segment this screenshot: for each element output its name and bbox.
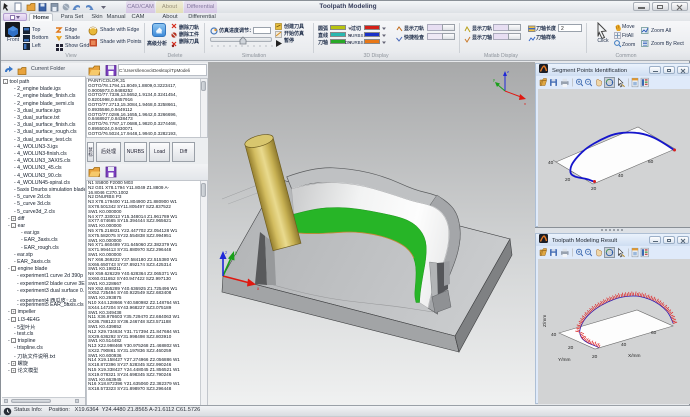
- svg-text:20: 20: [591, 186, 597, 192]
- svg-text:20: 20: [565, 177, 571, 183]
- svg-text:Z/mm: Z/mm: [542, 315, 548, 327]
- svg-text:y: y: [493, 77, 495, 82]
- svg-text:x: x: [524, 101, 526, 106]
- svg-text:40: 40: [621, 342, 627, 348]
- svg-text:40: 40: [618, 173, 624, 179]
- svg-text:20: 20: [568, 345, 574, 351]
- svg-text:60: 60: [651, 330, 657, 336]
- svg-text:X/mm: X/mm: [628, 353, 641, 359]
- svg-text:60: 60: [648, 159, 654, 165]
- svg-text:Y/mm: Y/mm: [558, 357, 571, 363]
- svg-text:40: 40: [548, 160, 554, 166]
- svg-text:z: z: [507, 69, 509, 74]
- svg-text:40: 40: [551, 332, 557, 338]
- svg-text:20: 20: [592, 354, 598, 360]
